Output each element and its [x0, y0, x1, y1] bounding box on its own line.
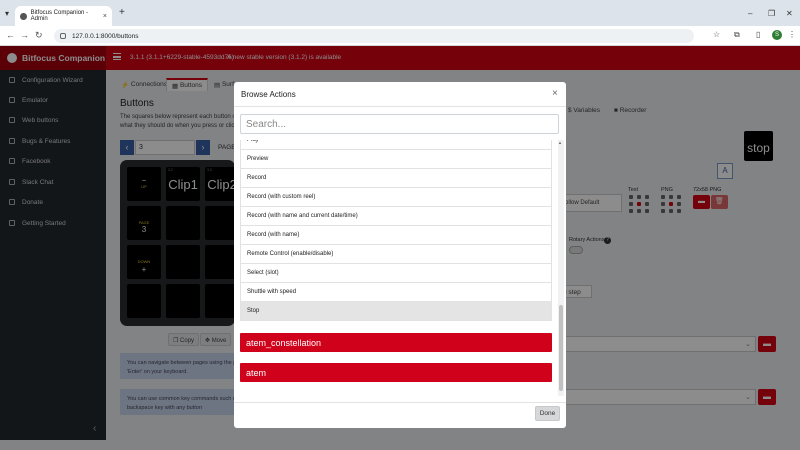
search-input[interactable]: [240, 114, 559, 134]
browser-tab-title: Bitfocus Companion - Admin: [30, 10, 89, 22]
list-item-selected[interactable]: Stop: [240, 302, 552, 321]
reload-icon[interactable]: ↻: [35, 30, 43, 41]
url-field[interactable]: 127.0.0.1:8000/buttons: [54, 29, 694, 43]
list-item[interactable]: Select (slot): [240, 264, 552, 283]
maximize-icon[interactable]: ❐: [768, 9, 775, 18]
modal-title: Browse Actions: [241, 90, 296, 99]
url-text: 127.0.0.1:8000/buttons: [72, 32, 139, 40]
close-window-icon[interactable]: ✕: [786, 9, 793, 18]
extensions-icon[interactable]: ⧉: [734, 30, 740, 40]
favicon-icon: [20, 12, 27, 20]
sidepanel-icon[interactable]: ▯: [756, 30, 760, 39]
menu-icon[interactable]: ⋮: [788, 30, 796, 39]
site-info-icon[interactable]: [60, 33, 66, 39]
scrollbar-thumb[interactable]: [559, 305, 563, 391]
forward-icon[interactable]: →: [20, 30, 29, 40]
close-icon[interactable]: ×: [552, 88, 558, 99]
browser-tab-bar: ▾ Bitfocus Companion - Admin × + – ❐ ✕: [0, 0, 800, 26]
browse-actions-modal: Browse Actions × Play Preview Record Rec…: [234, 82, 566, 428]
done-button[interactable]: Done: [535, 406, 560, 421]
back-icon[interactable]: ←: [6, 30, 15, 40]
address-bar: ← → ↻ 127.0.0.1:8000/buttons ☆ ⧉ ▯ ⋮: [0, 26, 800, 46]
minimize-icon[interactable]: –: [748, 9, 752, 18]
browser-tab[interactable]: Bitfocus Companion - Admin ×: [15, 6, 112, 26]
list-item[interactable]: Record (with name and current date/time): [240, 207, 552, 226]
profile-avatar[interactable]: S: [772, 30, 782, 40]
bookmark-star-icon[interactable]: ☆: [713, 30, 720, 39]
scroll-up-icon[interactable]: ▲: [558, 140, 562, 145]
close-tab-icon[interactable]: ×: [103, 13, 107, 20]
category-header[interactable]: atem_constellation: [240, 333, 552, 352]
modal-footer: [234, 402, 566, 428]
tab-list-icon[interactable]: ▾: [5, 9, 9, 18]
list-item[interactable]: Play: [240, 140, 552, 150]
list-item[interactable]: Record (with name): [240, 226, 552, 245]
list-item[interactable]: Record (with custom reel): [240, 188, 552, 207]
list-item[interactable]: Shuttle with speed: [240, 283, 552, 302]
list-scrollbar[interactable]: [558, 140, 564, 396]
actions-list: Play Preview Record Record (with custom …: [240, 140, 552, 397]
modal-header: Browse Actions ×: [234, 82, 566, 107]
list-item[interactable]: Record: [240, 169, 552, 188]
category-header[interactable]: atem: [240, 363, 552, 382]
list-item[interactable]: Remote Control (enable/disable): [240, 245, 552, 264]
list-item[interactable]: Preview: [240, 150, 552, 169]
new-tab-icon[interactable]: +: [119, 7, 125, 18]
